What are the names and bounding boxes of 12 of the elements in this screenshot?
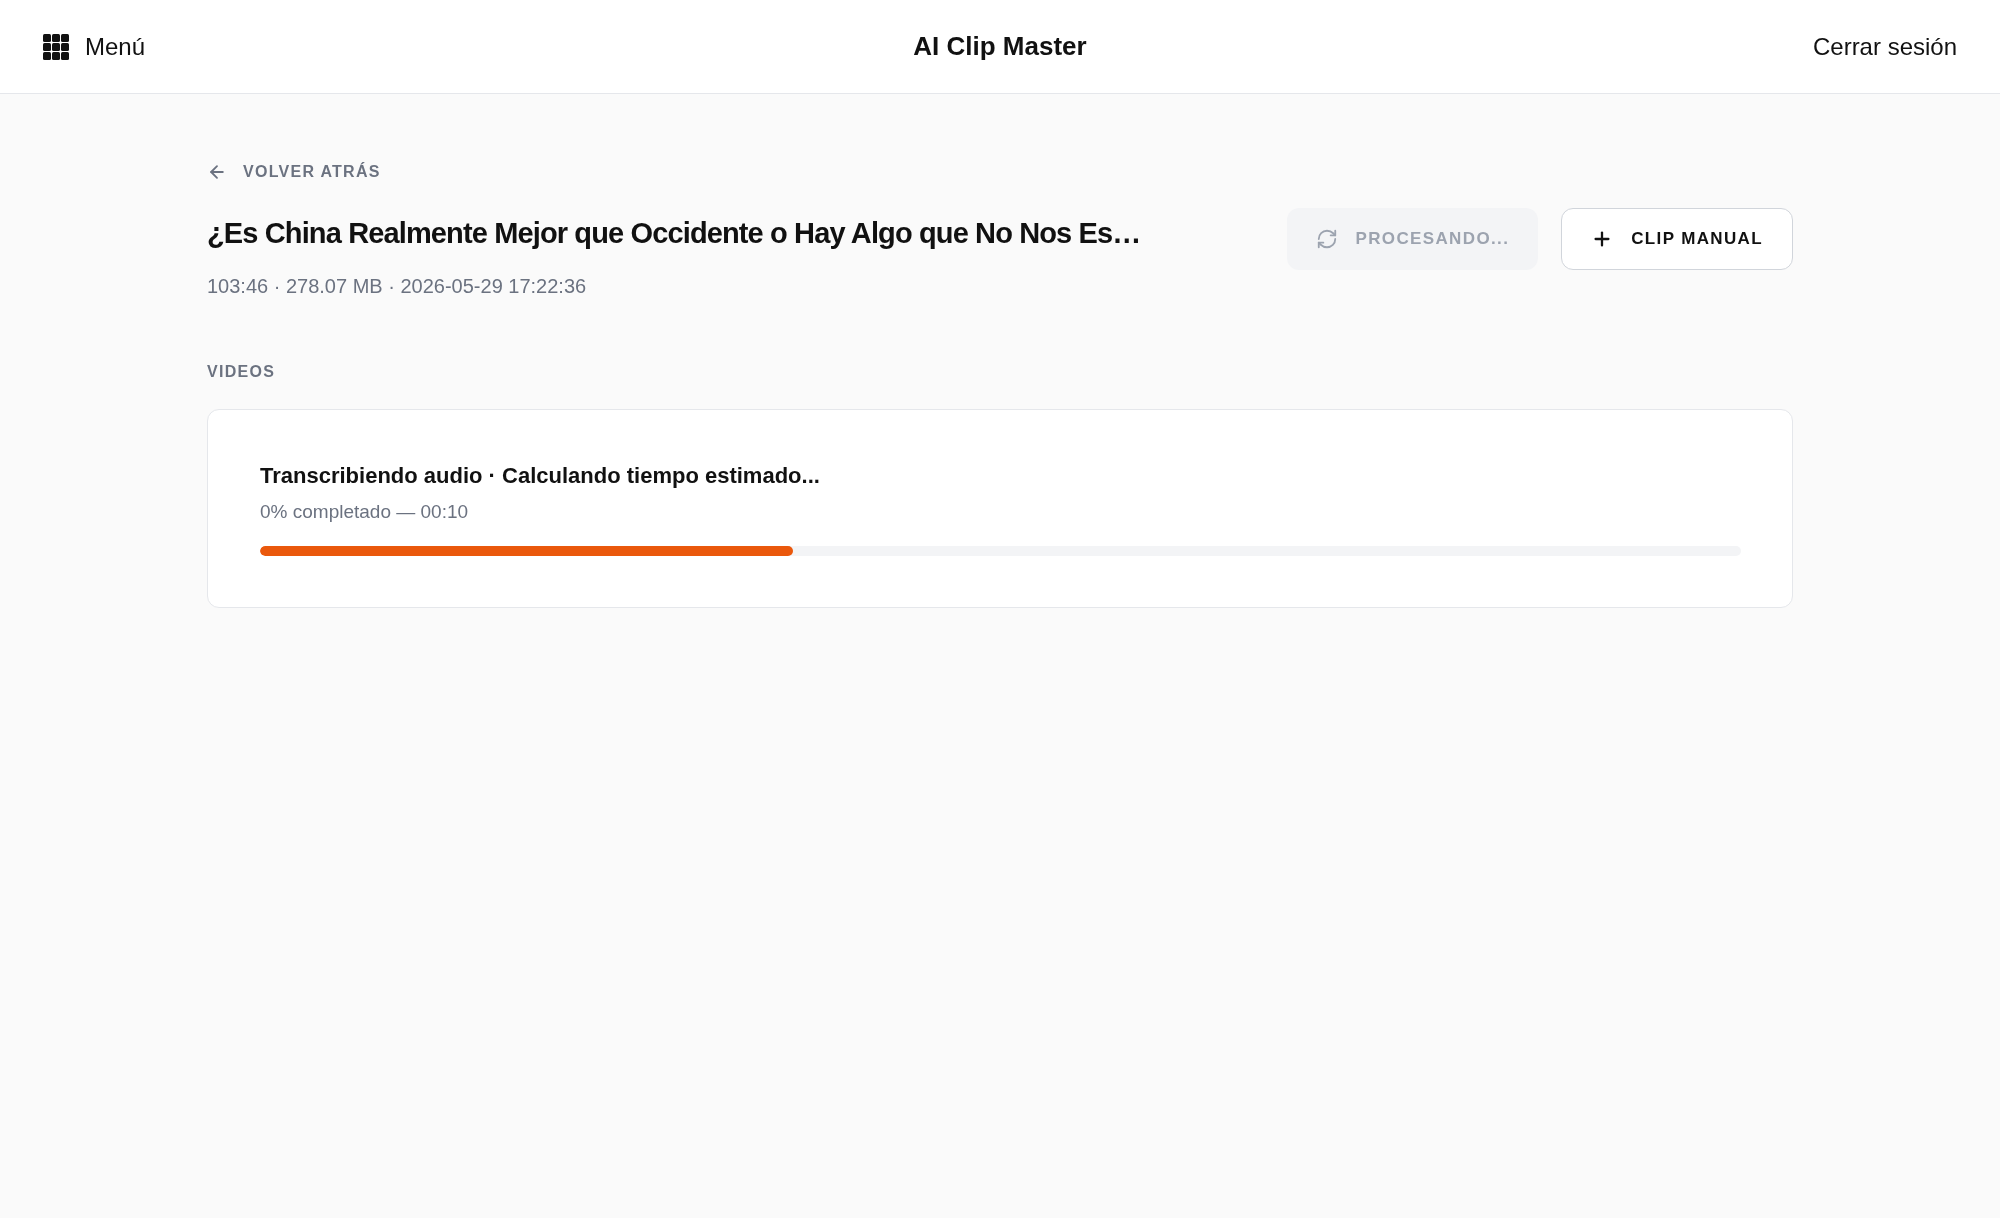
job-status: Transcribiendo audio · Calculando tiempo estimado... bbox=[260, 462, 821, 490]
logout-button[interactable]: Cerrar sesión bbox=[1812, 28, 1957, 65]
refresh-icon bbox=[1315, 228, 1338, 250]
app-title: AI Clip Master bbox=[913, 30, 1087, 63]
section-heading: VIDEOS bbox=[207, 362, 277, 382]
progress-text: 0% completado — 00:10 bbox=[260, 500, 470, 524]
menu-button[interactable]: Menú bbox=[43, 28, 146, 65]
video-title: ¿Es China Realmente Mejor que Occidente o Hay Algo que No Nos Es… bbox=[207, 216, 1142, 251]
back-link[interactable]: VOLVER ATRÁS bbox=[207, 160, 381, 184]
grid-icon bbox=[43, 33, 69, 60]
video-meta: 103:46 · 278.07 MB · 2026-05-29 17:22:36 bbox=[207, 274, 588, 299]
manual-clip-button[interactable]: CLIP MANUAL bbox=[1561, 208, 1793, 270]
